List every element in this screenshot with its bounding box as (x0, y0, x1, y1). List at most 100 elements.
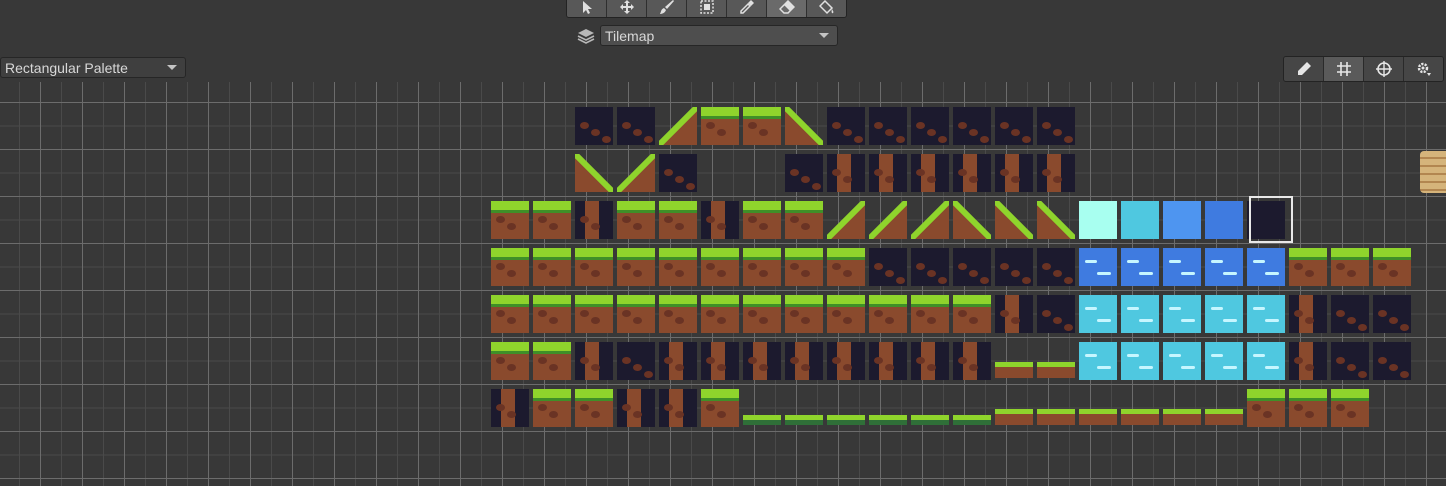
palette-tile[interactable] (617, 342, 655, 380)
palette-tile[interactable] (785, 342, 823, 380)
palette-tile[interactable] (491, 201, 529, 239)
palette-tile[interactable] (575, 201, 613, 239)
palette-tile[interactable] (1037, 154, 1075, 192)
palette-tile[interactable] (743, 248, 781, 286)
palette-tile[interactable] (659, 248, 697, 286)
palette-tile[interactable] (1373, 295, 1411, 333)
palette-tile[interactable] (1289, 248, 1327, 286)
palette-tile[interactable] (617, 107, 655, 145)
palette-tile[interactable] (1079, 342, 1117, 380)
palette-tile[interactable] (1037, 409, 1075, 425)
palette-tile[interactable] (1163, 342, 1201, 380)
palette-tile[interactable] (659, 154, 697, 192)
palette-tile[interactable] (1163, 409, 1201, 425)
palette-tile[interactable] (866, 198, 910, 242)
palette-tile[interactable] (950, 198, 994, 242)
palette-tile[interactable] (995, 248, 1033, 286)
palette-tile[interactable] (1121, 248, 1159, 286)
palette-tile[interactable] (617, 389, 655, 427)
palette-tile[interactable] (701, 107, 739, 145)
palette-tile[interactable] (869, 107, 907, 145)
palette-tile[interactable] (1205, 342, 1243, 380)
palette-tile[interactable] (1247, 295, 1285, 333)
palette-tile[interactable] (785, 154, 823, 192)
palette-tile[interactable] (953, 295, 991, 333)
palette-tile[interactable] (908, 198, 952, 242)
palette-tile[interactable] (1079, 201, 1117, 239)
palette-tile[interactable] (869, 342, 907, 380)
palette-tile[interactable] (1037, 107, 1075, 145)
palette-tile[interactable] (743, 415, 781, 425)
palette-tile[interactable] (617, 201, 655, 239)
palette-tile[interactable] (1247, 201, 1285, 239)
palette-tile[interactable] (911, 154, 949, 192)
palette-tile[interactable] (869, 295, 907, 333)
palette-tile[interactable] (1205, 409, 1243, 425)
palette-tile[interactable] (1373, 342, 1411, 380)
palette-tile[interactable] (1121, 409, 1159, 425)
palette-tile[interactable] (533, 201, 571, 239)
palette-tile[interactable] (869, 415, 907, 425)
palette-tile[interactable] (701, 201, 739, 239)
palette-tile[interactable] (533, 295, 571, 333)
palette-tile[interactable] (995, 362, 1033, 378)
palette-tile[interactable] (1289, 342, 1327, 380)
palette-tile[interactable] (659, 342, 697, 380)
palette-tile[interactable] (1163, 295, 1201, 333)
palette-tile[interactable] (659, 201, 697, 239)
palette-tile[interactable] (491, 342, 529, 380)
palette-tile[interactable] (785, 295, 823, 333)
palette-tile[interactable] (701, 248, 739, 286)
palette-tile[interactable] (617, 248, 655, 286)
palette-tile[interactable] (1163, 248, 1201, 286)
palette-tile[interactable] (701, 295, 739, 333)
palette-tile[interactable] (995, 107, 1033, 145)
palette-tile[interactable] (785, 201, 823, 239)
palette-tile[interactable] (911, 107, 949, 145)
palette-tile[interactable] (827, 248, 865, 286)
palette-tile[interactable] (824, 198, 868, 242)
palette-tile[interactable] (1373, 248, 1411, 286)
palette-tile[interactable] (1247, 389, 1285, 427)
palette-tile[interactable] (953, 342, 991, 380)
palette-tile[interactable] (1079, 409, 1117, 425)
palette-tile[interactable] (656, 104, 700, 148)
palette-tile[interactable] (995, 154, 1033, 192)
palette-tile[interactable] (575, 248, 613, 286)
palette-tile[interactable] (827, 342, 865, 380)
palette-tile[interactable] (1121, 295, 1159, 333)
palette-tile[interactable] (1331, 295, 1369, 333)
palette-tile[interactable] (1331, 342, 1369, 380)
palette-tile[interactable] (575, 342, 613, 380)
palette-tile[interactable] (491, 389, 529, 427)
palette-tile[interactable] (743, 342, 781, 380)
palette-tile[interactable] (743, 107, 781, 145)
palette-tile[interactable] (614, 151, 658, 195)
palette-tile[interactable] (1163, 201, 1201, 239)
palette-tile[interactable] (1331, 389, 1369, 427)
palette-tile[interactable] (1034, 198, 1078, 242)
palette-tile[interactable] (1037, 295, 1075, 333)
palette-tile[interactable] (575, 389, 613, 427)
palette-tile[interactable] (572, 151, 616, 195)
palette-tile[interactable] (953, 154, 991, 192)
palette-tile[interactable] (785, 248, 823, 286)
palette-tile[interactable] (1037, 248, 1075, 286)
palette-tile[interactable] (533, 389, 571, 427)
palette-tile[interactable] (911, 415, 949, 425)
palette-tile[interactable] (1037, 362, 1075, 378)
palette-tile[interactable] (785, 415, 823, 425)
palette-tile[interactable] (1079, 248, 1117, 286)
palette-tile[interactable] (782, 104, 826, 148)
palette-tile[interactable] (701, 342, 739, 380)
palette-tile[interactable] (575, 107, 613, 145)
palette-tile[interactable] (1205, 295, 1243, 333)
palette-tile[interactable] (827, 154, 865, 192)
palette-tile[interactable] (911, 248, 949, 286)
palette-tile[interactable] (491, 248, 529, 286)
palette-tile[interactable] (869, 154, 907, 192)
palette-tile[interactable] (533, 342, 571, 380)
palette-tile[interactable] (617, 295, 655, 333)
palette-tile[interactable] (1247, 248, 1285, 286)
palette-tile[interactable] (992, 198, 1036, 242)
